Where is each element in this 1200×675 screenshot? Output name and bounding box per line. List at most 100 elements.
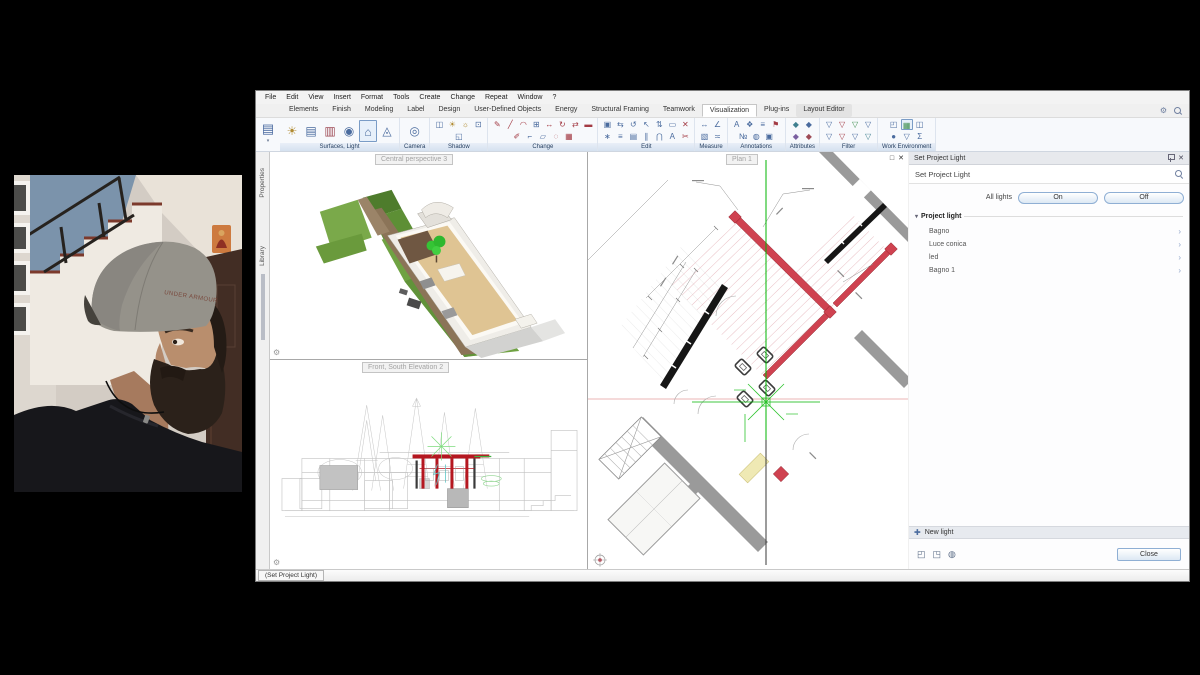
light-item-bagno[interactable]: Bagno› (909, 225, 1189, 238)
gear-icon[interactable]: ⚙ (1160, 106, 1167, 115)
rotate-tool-icon[interactable]: ↻ (556, 119, 568, 130)
sum-sigma-icon[interactable]: Σ (914, 131, 926, 142)
sun-shadow-icon[interactable]: ☀ (446, 119, 458, 130)
drag-copy-icon[interactable]: ↖ (640, 119, 652, 130)
elevate-tool-icon[interactable]: ⇅ (653, 119, 665, 130)
split-tool-icon[interactable]: ∥ (640, 131, 652, 142)
highlight-h-icon[interactable]: ▬ (582, 119, 594, 130)
material-catalog-alt-icon[interactable]: ▥ (321, 120, 339, 142)
menu-insert[interactable]: Insert (328, 94, 356, 101)
tab-finish[interactable]: Finish (325, 104, 358, 117)
sidebar-tab-library[interactable]: Library (259, 246, 266, 266)
chevron-right-icon[interactable]: › (1178, 254, 1181, 262)
pin-icon[interactable] (1167, 154, 1174, 162)
surface-paint-icon[interactable]: ☀ (283, 120, 301, 142)
material-catalog-icon[interactable]: ▤ (302, 120, 320, 142)
close-button[interactable]: Close (1117, 548, 1181, 561)
measure-angle-icon[interactable]: ∠ (712, 119, 724, 130)
project-light-section[interactable]: ▾ Project light (915, 213, 1183, 220)
light-bulb-icon[interactable]: ◍ (948, 549, 956, 560)
filter-add-icon[interactable]: ▽ (849, 119, 861, 130)
tab-label[interactable]: Label (400, 104, 431, 117)
window-layout-icon[interactable]: ◫ (914, 119, 926, 130)
offset-tool-icon[interactable]: ⌐ (524, 131, 536, 142)
viewport-settings-gear-icon[interactable]: ⚙ (273, 558, 280, 567)
array-tool-icon[interactable]: ▤ (627, 131, 639, 142)
filter-gear-icon[interactable]: ▽ (862, 119, 874, 130)
viewport-settings-gear-icon[interactable]: ⚙ (273, 348, 280, 357)
tag-label-icon[interactable]: ❖ (744, 119, 756, 130)
sidebar-tab-properties[interactable]: Properties (259, 168, 266, 198)
list-schedule-icon[interactable]: ≡ (757, 119, 769, 130)
text-abc-icon[interactable]: A (731, 119, 743, 130)
chevron-right-icon[interactable]: › (1178, 241, 1181, 249)
viewport-plan[interactable]: Plan 1 □ ✕ (588, 152, 908, 569)
menu-repeat[interactable]: Repeat (480, 94, 513, 101)
rotate-ccw-icon[interactable]: ↺ (627, 119, 639, 130)
sidebar-splitter[interactable] (261, 274, 265, 340)
tab-visualization[interactable]: Visualization (702, 104, 757, 117)
menu-change[interactable]: Change (445, 94, 480, 101)
stamp-zone-icon[interactable]: ▣ (763, 131, 775, 142)
render-preview-icon[interactable]: ◉ (340, 120, 358, 142)
restore-window-icon[interactable]: □ (890, 155, 894, 162)
tab-modeling[interactable]: Modeling (358, 104, 400, 117)
pick-line-icon[interactable]: ╱ (504, 119, 516, 130)
multiply-tool-icon[interactable]: ∗ (601, 131, 613, 142)
menu-help[interactable]: ? (547, 94, 561, 101)
tab-elements[interactable]: Elements (282, 104, 325, 117)
menu-tools[interactable]: Tools (388, 94, 414, 101)
intersect-tool-icon[interactable]: ⋂ (653, 131, 665, 142)
numbering-icon[interactable]: № (737, 131, 749, 142)
menu-create[interactable]: Create (414, 94, 445, 101)
menu-edit[interactable]: Edit (281, 94, 303, 101)
shield-b-icon[interactable]: ◆ (803, 119, 815, 130)
mirror-tool-icon[interactable]: ⇄ (569, 119, 581, 130)
all-lights-off-button[interactable]: Off (1104, 192, 1184, 204)
stretch-tool-icon[interactable]: ↔ (543, 119, 555, 130)
profile-user-icon[interactable]: ● (888, 131, 900, 142)
light-settings-icon[interactable]: ⌂ (359, 120, 377, 142)
shadow-cast-icon[interactable]: ◱ (453, 131, 465, 142)
open-light-settings-icon[interactable]: ◰ (917, 549, 926, 560)
drag-frame-icon[interactable]: ⊞ (530, 119, 542, 130)
filter-down-icon[interactable]: ▽ (823, 131, 835, 142)
close-window-icon[interactable]: ✕ (898, 155, 904, 162)
window-shade-icon[interactable]: ◫ (433, 119, 445, 130)
tab-teamwork[interactable]: Teamwork (656, 104, 702, 117)
edit-doc-icon[interactable]: ▱ (537, 131, 549, 142)
filter-funnel-icon[interactable]: ▽ (823, 119, 835, 130)
measure-area-icon[interactable]: ▧ (699, 131, 711, 142)
tab-layout-editor[interactable]: Layout Editor (796, 104, 851, 117)
navigator-button[interactable]: ▤ ▾ (256, 118, 280, 151)
lasso-tool-icon[interactable]: ◌ (550, 131, 562, 142)
tab-energy[interactable]: Energy (548, 104, 584, 117)
mirror-copy-icon[interactable]: ⇆ (614, 119, 626, 130)
viewport-elevation[interactable]: Front, South Elevation 2 (270, 360, 587, 569)
flag-marker-icon[interactable]: ⚑ (770, 119, 782, 130)
menu-view[interactable]: View (303, 94, 328, 101)
light-item-led[interactable]: led› (909, 251, 1189, 264)
tab-structural-framing[interactable]: Structural Framing (584, 104, 656, 117)
filter-doc-icon[interactable]: ▽ (849, 131, 861, 142)
shield-a-icon[interactable]: ◆ (790, 119, 802, 130)
menu-window[interactable]: Window (513, 94, 548, 101)
basket-red-icon[interactable]: ▦ (563, 131, 575, 142)
measure-dim-icon[interactable]: ≍ (712, 131, 724, 142)
chevron-right-icon[interactable]: › (1178, 267, 1181, 275)
measure-length-icon[interactable]: ↔ (699, 119, 711, 130)
search-icon[interactable] (1175, 170, 1183, 178)
pen-line-icon[interactable]: ✐ (511, 131, 523, 142)
new-light-bar[interactable]: ✚ New light (909, 526, 1189, 539)
text-a-icon[interactable]: A (666, 131, 678, 142)
bell-light-icon[interactable]: ◬ (378, 120, 396, 142)
globe-ref-icon[interactable]: ◍ (750, 131, 762, 142)
filter-apply-icon[interactable]: ▽ (862, 131, 874, 142)
light-item-luce-conica[interactable]: Luce conica› (909, 238, 1189, 251)
filter-x-icon[interactable]: ▽ (836, 131, 848, 142)
align-tool-icon[interactable]: ≡ (614, 131, 626, 142)
grid-view-icon[interactable]: ▦ (901, 119, 913, 130)
tab-plug-ins[interactable]: Plug-ins (757, 104, 796, 117)
delete-x-icon[interactable]: ✕ (679, 119, 691, 130)
shadow-box-icon[interactable]: ⊡ (472, 119, 484, 130)
